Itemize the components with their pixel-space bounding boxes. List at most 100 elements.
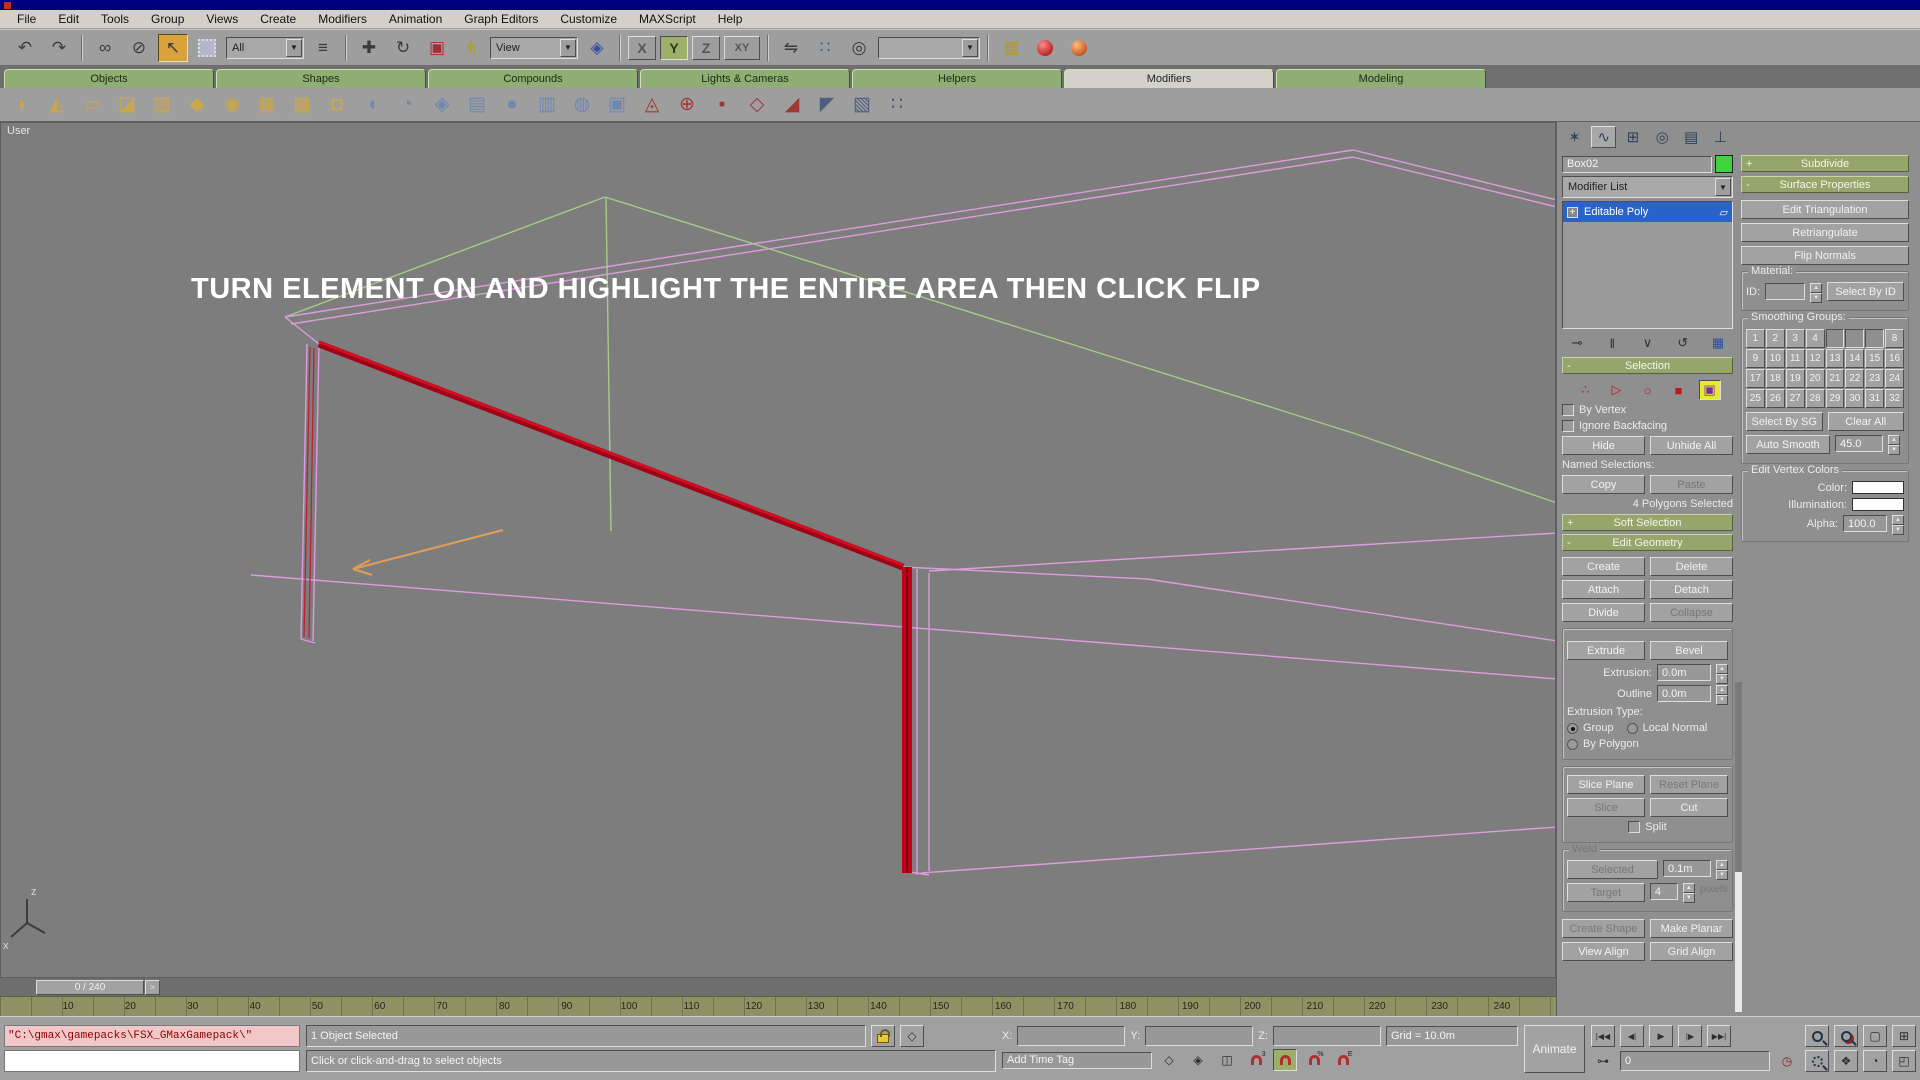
smoothing-group-button[interactable]: 23 [1865,369,1884,388]
alpha-field[interactable]: 100.0 [1843,515,1887,532]
percent-snap-icon[interactable]: % [1302,1049,1326,1071]
rotate-icon[interactable]: ↻ [388,34,418,62]
region-zoom-icon[interactable] [1805,1050,1829,1072]
modifier-icon[interactable]: ▣ [603,91,631,119]
redo-icon[interactable]: ↷ [44,34,74,62]
spinner-snap-icon[interactable]: E [1331,1049,1355,1071]
smoothing-group-button[interactable]: 10 [1766,349,1785,368]
auto-smooth-field[interactable]: 45.0 [1835,435,1883,452]
smoothing-group-button[interactable]: 30 [1845,389,1864,408]
x-coordinate-field[interactable] [1017,1026,1125,1046]
modifier-icon[interactable]: ◖ [358,91,386,119]
modifier-icon[interactable]: ◤ [813,91,841,119]
smoothing-group-button[interactable]: 27 [1786,389,1805,408]
extrusion-spinner[interactable]: ▲▼ [1716,664,1728,681]
weld-target-field[interactable]: 4 [1650,883,1678,900]
vertex-icon[interactable]: ∴ [1575,380,1597,400]
cut-button[interactable]: Cut [1650,798,1728,817]
modifier-stack[interactable]: + Editable Poly ▱ [1562,201,1733,329]
modifier-icon[interactable]: ◍ [568,91,596,119]
select-by-sg-button[interactable]: Select By SG [1746,412,1823,431]
outline-field[interactable]: 0.0m [1657,685,1711,702]
tab-modifiers[interactable]: Modifiers [1064,69,1274,88]
auto-smooth-button[interactable]: Auto Smooth [1746,435,1830,454]
smoothing-group-button[interactable]: 18 [1766,369,1785,388]
retriangulate-button[interactable]: Retriangulate [1741,223,1909,242]
smoothing-group-button[interactable]: 22 [1845,369,1864,388]
local-normal-radio[interactable] [1627,723,1638,734]
smoothing-group-button[interactable]: 15 [1865,349,1884,368]
scale-icon[interactable]: ▣ [422,34,452,62]
selection-filter-combo[interactable]: All ▼ [226,37,304,59]
chevron-down-icon[interactable]: ▼ [286,39,302,57]
material-id-field[interactable] [1765,283,1805,300]
link-icon[interactable]: ∞ [90,34,120,62]
smoothing-group-button[interactable]: 19 [1786,369,1805,388]
edit-triangulation-button[interactable]: Edit Triangulation [1741,200,1909,219]
current-frame-field[interactable]: 0 [1620,1051,1770,1071]
dotted-cube-icon[interactable]: ◈ [1186,1049,1210,1071]
clear-all-button[interactable]: Clear All [1828,412,1905,431]
illumination-swatch[interactable] [1852,498,1904,511]
tab-helpers[interactable]: Helpers [852,69,1062,88]
color-swatch[interactable] [1852,481,1904,494]
select-by-name-icon[interactable]: ≡ [308,34,338,62]
menu-item[interactable]: MAXScript [628,12,707,26]
track-view-icon[interactable]: ▦ [996,34,1026,62]
weld-selected-spinner[interactable]: ▲▼ [1716,860,1728,877]
smoothing-group-button[interactable]: 16 [1885,349,1904,368]
chevron-down-icon[interactable]: ▼ [560,39,576,57]
smoothing-group-button[interactable]: 1 [1746,329,1765,348]
remove-modifier-icon[interactable]: ↺ [1670,333,1696,353]
smoothing-group-button[interactable]: 29 [1826,389,1845,408]
select-object-icon[interactable]: ↖ [158,34,188,62]
listener-white-line[interactable] [4,1050,300,1072]
modifier-icon[interactable]: ◉ [218,91,246,119]
zoom-extents-all-icon[interactable]: ⊞ [1892,1025,1916,1047]
unlink-icon[interactable]: ⊘ [124,34,154,62]
object-color-swatch[interactable] [1715,155,1733,173]
time-configuration-icon[interactable]: ◷ [1775,1050,1799,1072]
configure-modifier-sets-icon[interactable]: ▦ [1705,333,1731,353]
z-coordinate-field[interactable] [1273,1026,1381,1046]
time-slider-track[interactable]: 0 / 240 > [0,978,1556,996]
key-mode-icon[interactable]: ⊶ [1591,1050,1615,1072]
bevel-button[interactable]: Bevel [1650,641,1728,660]
border-icon[interactable]: ○ [1637,380,1659,400]
tab-shapes[interactable]: Shapes [216,69,426,88]
alpha-spinner[interactable]: ▲▼ [1892,515,1904,532]
use-pivot-center-icon[interactable]: ◈ [582,34,612,62]
smoothing-group-button[interactable] [1826,329,1845,348]
split-cube-icon[interactable]: ◫ [1215,1049,1239,1071]
modifier-icon[interactable]: ▥ [533,91,561,119]
menu-item[interactable]: Tools [90,12,140,26]
weld-selected-button[interactable]: Selected [1567,860,1658,879]
arc-rotate-icon[interactable]: ◔ [1863,1050,1887,1072]
material-editor-icon[interactable] [1030,34,1060,62]
smoothing-group-button[interactable]: 17 [1746,369,1765,388]
y-coordinate-field[interactable] [1145,1026,1253,1046]
chevron-down-icon[interactable]: ▼ [1715,178,1731,196]
listener-pink-line[interactable]: "C:\gmax\gamepacks\FSX_GMaxGamepack\" [4,1025,300,1047]
chevron-down-icon[interactable]: ▼ [962,39,978,57]
slice-button[interactable]: Slice [1567,798,1645,817]
tab-modeling[interactable]: Modeling [1276,69,1486,88]
menu-item[interactable]: Graph Editors [453,12,549,26]
paste-button[interactable]: Paste [1650,475,1733,494]
collapse-button[interactable]: Collapse [1650,603,1733,622]
hide-button[interactable]: Hide [1562,436,1645,455]
modifier-icon[interactable]: ▨ [148,91,176,119]
smoothing-group-button[interactable]: 11 [1786,349,1805,368]
outline-spinner[interactable]: ▲▼ [1716,685,1728,702]
modifier-icon[interactable]: ▧ [848,91,876,119]
create-shape-button[interactable]: Create Shape [1562,919,1645,938]
copy-button[interactable]: Copy [1562,475,1645,494]
smoothing-group-button[interactable] [1845,329,1864,348]
modifier-icon[interactable]: ◔ [393,91,421,119]
min-max-toggle-icon[interactable]: ◰ [1892,1050,1916,1072]
weld-target-button[interactable]: Target [1567,883,1645,902]
reference-coordinate-combo[interactable]: View ▼ [490,37,578,59]
detach-button[interactable]: Detach [1650,580,1733,599]
move-icon[interactable]: ✚ [354,34,384,62]
tab-objects[interactable]: Objects [4,69,214,88]
